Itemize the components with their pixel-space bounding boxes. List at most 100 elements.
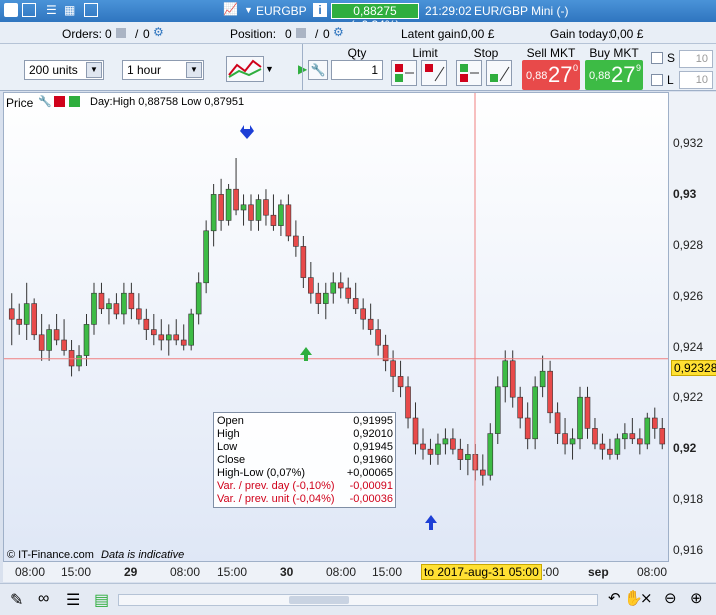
candle-body[interactable] bbox=[143, 318, 150, 330]
candle-body[interactable] bbox=[23, 303, 30, 325]
indicators-button[interactable] bbox=[226, 56, 264, 82]
magnet-icon[interactable]: ∞ bbox=[38, 590, 49, 608]
candle-body[interactable] bbox=[367, 318, 374, 330]
candle-body[interactable] bbox=[480, 469, 486, 476]
candle-body[interactable] bbox=[330, 282, 337, 294]
candle-body[interactable] bbox=[375, 329, 381, 346]
candle-body[interactable] bbox=[360, 308, 366, 320]
symbol-label[interactable]: EURGBP bbox=[256, 4, 307, 18]
candle-body[interactable] bbox=[68, 350, 75, 367]
candle-body[interactable] bbox=[345, 287, 352, 299]
candle-body[interactable] bbox=[420, 443, 426, 450]
candle-body[interactable] bbox=[263, 199, 269, 216]
chevron-down-icon[interactable]: ▼ bbox=[244, 5, 253, 15]
candle-body[interactable] bbox=[502, 360, 509, 388]
candle-body[interactable] bbox=[659, 428, 666, 445]
scrollbar-thumb[interactable] bbox=[289, 596, 349, 604]
candle-body[interactable] bbox=[509, 360, 516, 398]
grid-icon[interactable]: ▦ bbox=[64, 3, 75, 17]
candle-body[interactable] bbox=[405, 386, 411, 419]
units-select[interactable]: 200 units ▼ bbox=[24, 60, 104, 80]
chevron-down-icon[interactable]: ▼ bbox=[265, 64, 274, 74]
buy-market-button[interactable]: 0,88 27 9 bbox=[585, 60, 643, 90]
candle-body[interactable] bbox=[173, 334, 180, 341]
candle-body[interactable] bbox=[390, 360, 396, 377]
candle-body[interactable] bbox=[113, 303, 120, 315]
zoom-fit-icon[interactable]: ⨯ bbox=[640, 589, 653, 607]
wrench-button[interactable]: 🔧 bbox=[308, 60, 328, 80]
chevron-down-icon[interactable]: ▼ bbox=[86, 62, 102, 78]
candle-body[interactable] bbox=[76, 355, 82, 367]
candle-body[interactable] bbox=[8, 308, 15, 320]
candle-body[interactable] bbox=[128, 292, 135, 310]
candle-body[interactable] bbox=[195, 282, 202, 315]
candle-body[interactable] bbox=[218, 194, 224, 221]
candle-body[interactable] bbox=[285, 204, 292, 237]
candle-body[interactable] bbox=[83, 324, 90, 356]
candle-body[interactable] bbox=[637, 438, 643, 445]
candle-body[interactable] bbox=[31, 303, 37, 336]
candle-body[interactable] bbox=[270, 214, 277, 226]
candle-body[interactable] bbox=[465, 454, 471, 460]
candle-body[interactable] bbox=[427, 448, 434, 455]
candle-body[interactable] bbox=[457, 448, 464, 460]
candle-body[interactable] bbox=[517, 396, 523, 419]
candle-body[interactable] bbox=[255, 199, 262, 221]
candle-body[interactable] bbox=[487, 433, 494, 476]
candle-body[interactable] bbox=[300, 246, 307, 278]
candle-body[interactable] bbox=[165, 334, 172, 341]
cancel-orders-icon[interactable] bbox=[116, 28, 126, 38]
candle-body[interactable] bbox=[106, 303, 112, 310]
list-icon[interactable]: ☰ bbox=[46, 3, 57, 17]
horizontal-scrollbar[interactable] bbox=[118, 594, 598, 606]
candle-body[interactable] bbox=[315, 292, 322, 304]
candle-body[interactable] bbox=[151, 329, 157, 336]
candle-body[interactable] bbox=[532, 386, 538, 440]
buy-marker-icon[interactable] bbox=[69, 96, 80, 107]
candle-body[interactable] bbox=[629, 433, 636, 440]
window-icon[interactable] bbox=[22, 3, 36, 17]
candle-body[interactable] bbox=[442, 438, 449, 445]
info-icon[interactable]: i bbox=[313, 3, 327, 17]
candle-body[interactable] bbox=[337, 282, 344, 289]
candle-body[interactable] bbox=[554, 412, 561, 434]
candle-body[interactable] bbox=[577, 396, 583, 440]
candle-body[interactable] bbox=[651, 417, 658, 429]
stop-sell-button[interactable] bbox=[486, 60, 512, 86]
candle-body[interactable] bbox=[91, 292, 97, 325]
candle-body[interactable] bbox=[412, 417, 419, 445]
candle-body[interactable] bbox=[584, 396, 591, 429]
square-icon[interactable] bbox=[84, 3, 98, 17]
candle-body[interactable] bbox=[248, 204, 254, 221]
sell-marker-icon[interactable] bbox=[54, 96, 65, 107]
candle-body[interactable] bbox=[53, 329, 60, 341]
candle-body[interactable] bbox=[539, 370, 546, 388]
candle-body[interactable] bbox=[158, 334, 165, 341]
candle-body[interactable] bbox=[98, 292, 105, 310]
candle-body[interactable] bbox=[569, 438, 576, 445]
candle-body[interactable] bbox=[308, 277, 314, 294]
layers-icon[interactable]: ▤ bbox=[94, 590, 109, 610]
zoom-in-icon[interactable]: ⊕ bbox=[690, 589, 703, 607]
l-input[interactable]: 10 bbox=[679, 71, 713, 89]
timeframe-select[interactable]: 1 hour ▼ bbox=[122, 60, 204, 80]
gears-icon[interactable]: ⚙ bbox=[153, 25, 164, 39]
candle-body[interactable] bbox=[614, 438, 621, 455]
candle-body[interactable] bbox=[210, 194, 217, 232]
s-input[interactable]: 10 bbox=[679, 50, 713, 68]
candle-body[interactable] bbox=[46, 329, 52, 351]
list-tools-icon[interactable]: ☰ bbox=[66, 590, 80, 610]
limit-sell-button[interactable] bbox=[421, 60, 447, 86]
candle-body[interactable] bbox=[61, 339, 67, 351]
gears-icon[interactable]: ⚙ bbox=[333, 25, 344, 39]
chevron-down-icon[interactable]: ▼ bbox=[186, 62, 202, 78]
candle-body[interactable] bbox=[38, 334, 45, 351]
candle-body[interactable] bbox=[225, 188, 232, 221]
candle-body[interactable] bbox=[136, 308, 142, 320]
candle-body[interactable] bbox=[240, 204, 247, 211]
candle-body[interactable] bbox=[322, 292, 329, 304]
wrench-icon[interactable]: 🔧 bbox=[38, 95, 52, 108]
candle-body[interactable] bbox=[644, 417, 651, 445]
price-axis[interactable]: 0,932 0,93 0,928 0,926 0,924 0,922 0,92 … bbox=[669, 92, 716, 562]
candle-body[interactable] bbox=[180, 339, 187, 346]
